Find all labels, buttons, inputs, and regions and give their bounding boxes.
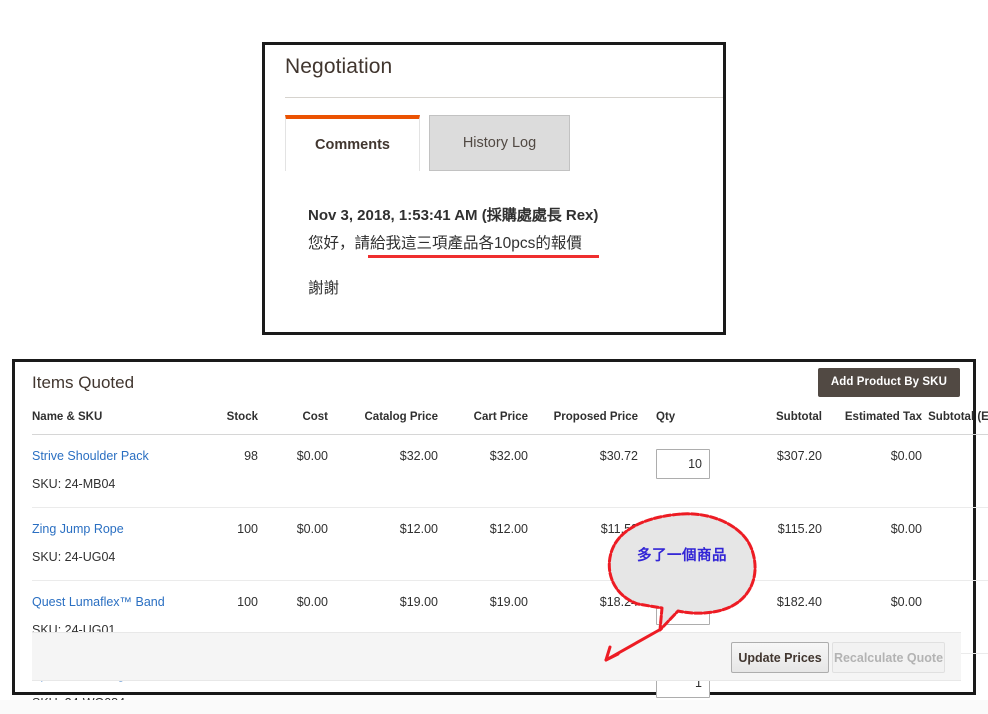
recalculate-quote-button: Recalculate Quote xyxy=(832,642,945,673)
column-header-stock: Stock xyxy=(200,406,260,435)
comment-signoff-text: 謝謝 xyxy=(308,279,340,297)
screenshot-canvas: Negotiation Comments History Log Nov 3, … xyxy=(0,0,988,714)
items-quoted-header: Items Quoted Add Product By SKU xyxy=(15,362,973,406)
cell-estimated-tax: $0.00 xyxy=(822,507,922,581)
column-header-subtotal-excl-tax: Subtotal (Excl. Tax) xyxy=(922,406,988,435)
qty-input[interactable]: 10 xyxy=(656,595,710,625)
comment-body-text: 您好，請給我這三項產品各10pcs的報價 xyxy=(308,234,582,252)
column-header-proposed-price: Proposed Price xyxy=(528,406,638,435)
items-quoted-title: Items Quoted xyxy=(32,373,135,392)
tab-comments-label: Comments xyxy=(315,137,390,153)
cell-stock: 100 xyxy=(200,507,260,581)
title-divider xyxy=(285,97,723,98)
column-header-cart-price: Cart Price xyxy=(438,406,528,435)
cell-qty: 10 xyxy=(638,434,730,508)
cell-catalog-price: $32.00 xyxy=(328,434,438,508)
product-name-link[interactable]: Strive Shoulder Pack xyxy=(32,449,200,463)
cell-subtotal: $307.20 xyxy=(730,434,822,508)
cell-stock: 98 xyxy=(200,434,260,508)
cell-proposed-price: $30.72 xyxy=(528,434,638,508)
negotiation-panel: Negotiation Comments History Log Nov 3, … xyxy=(262,42,726,335)
items-quoted-footer: Update Prices Recalculate Quote xyxy=(32,632,961,681)
page-title: Negotiation xyxy=(285,55,393,78)
column-header-estimated-tax: Estimated Tax xyxy=(822,406,922,435)
product-name-link[interactable]: Zing Jump Rope xyxy=(32,522,200,536)
update-prices-button[interactable]: Update Prices xyxy=(731,642,829,673)
cell-subtotal-excl-tax: $115.20 xyxy=(922,507,988,581)
table-row: Zing Jump Rope SKU: 24-UG04 100 $0.00 $12.00… xyxy=(32,507,988,581)
cell-qty: 10 xyxy=(638,507,730,581)
cell-name-sku: Strive Shoulder Pack SKU: 24-MB04 xyxy=(32,434,200,508)
cell-cost: $0.00 xyxy=(260,434,328,508)
cell-name-sku: Zing Jump Rope SKU: 24-UG04 xyxy=(32,507,200,581)
column-header-name-sku: Name & SKU xyxy=(32,406,200,435)
items-quoted-panel: Items Quoted Add Product By SKU Name & S… xyxy=(12,359,988,714)
column-header-cost: Cost xyxy=(260,406,328,435)
qty-input[interactable]: 10 xyxy=(656,449,710,479)
product-sku: SKU: 24-UG04 xyxy=(32,550,116,564)
page-bottom-strip xyxy=(0,700,988,714)
tab-history-log-label: History Log xyxy=(462,135,537,151)
cell-cart-price: $12.00 xyxy=(438,507,528,581)
cell-cart-price: $32.00 xyxy=(438,434,528,508)
add-product-by-sku-button[interactable]: Add Product By SKU xyxy=(817,368,960,397)
tab-history-log[interactable]: History Log xyxy=(429,115,570,171)
comment-body-wrapper: 您好，請給我這三項產品各10pcs的報價 xyxy=(308,232,708,258)
table-row: Strive Shoulder Pack SKU: 24-MB04 98 $0.00 $… xyxy=(32,434,988,508)
items-quoted-inner: Items Quoted Add Product By SKU Name & S… xyxy=(15,362,988,714)
cell-proposed-price: $11.52 xyxy=(528,507,638,581)
cell-cost: $0.00 xyxy=(260,507,328,581)
table-header-row: Name & SKU Stock Cost Catalog Price Cart… xyxy=(32,406,988,435)
cell-catalog-price: $12.00 xyxy=(328,507,438,581)
cell-subtotal-excl-tax: $307.20 xyxy=(922,434,988,508)
red-underline-annotation xyxy=(368,254,599,258)
tab-comments[interactable]: Comments xyxy=(285,115,420,171)
column-header-subtotal: Subtotal xyxy=(730,406,822,435)
product-sku: SKU: 24-MB04 xyxy=(32,477,116,491)
comment-timestamp-author: Nov 3, 2018, 1:53:41 AM (採購處處長 Rex) xyxy=(308,207,599,224)
qty-input[interactable]: 10 xyxy=(656,522,710,552)
table-head: Name & SKU Stock Cost Catalog Price Cart… xyxy=(32,406,988,435)
cell-estimated-tax: $0.00 xyxy=(822,434,922,508)
comment-entry: Nov 3, 2018, 1:53:41 AM (採購處處長 Rex) 您好，請… xyxy=(308,205,708,298)
column-header-catalog-price: Catalog Price xyxy=(328,406,438,435)
product-name-link[interactable]: Quest Lumaflex™ Band xyxy=(32,595,200,609)
column-header-qty: Qty xyxy=(638,406,730,435)
cell-subtotal: $115.20 xyxy=(730,507,822,581)
